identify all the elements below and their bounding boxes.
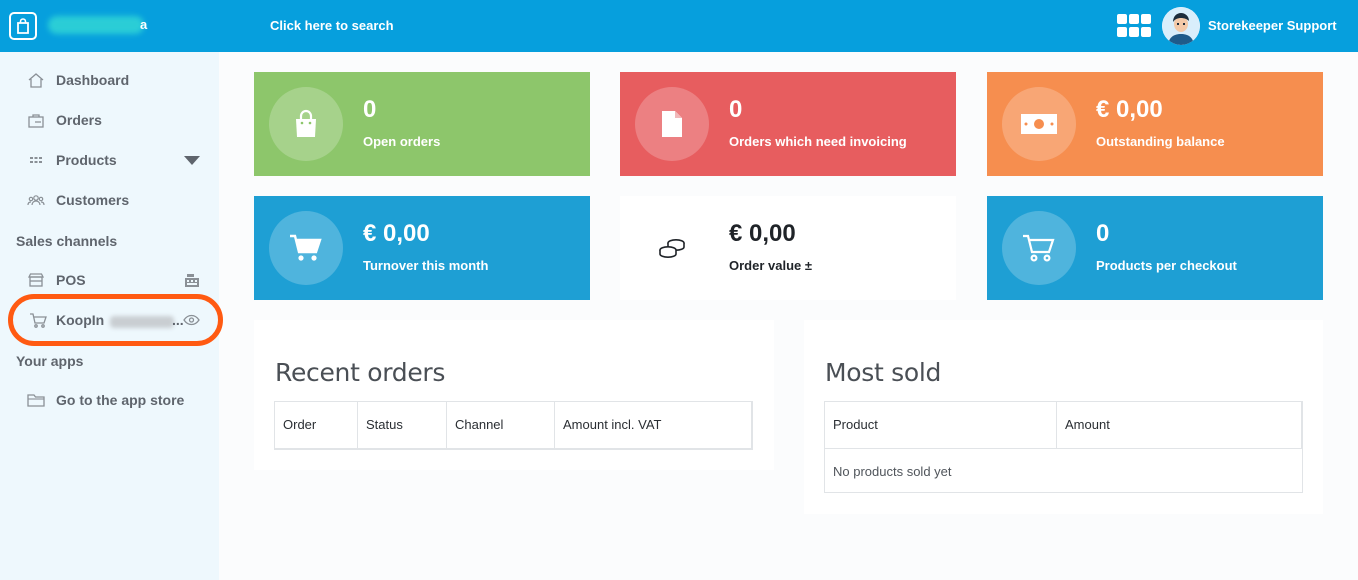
avatar[interactable] <box>1162 7 1200 45</box>
store-logo-icon[interactable] <box>9 12 37 40</box>
stat-caption: Turnover this month <box>363 258 489 273</box>
orders-icon <box>28 114 44 128</box>
stat-card-turnover[interactable]: € 0,00 Turnover this month <box>254 196 590 300</box>
document-icon <box>635 87 709 161</box>
coins-icon <box>635 211 709 285</box>
sidebar-item-label: Go to the app store <box>56 392 185 408</box>
search-trigger[interactable]: Click here to search <box>270 18 394 33</box>
sidebar-item-pos[interactable]: POS <box>0 266 219 294</box>
chevron-down-icon[interactable] <box>184 156 200 165</box>
stat-caption: Open orders <box>363 134 441 149</box>
redacted-store-name <box>48 16 144 34</box>
section-title-your-apps: Your apps <box>16 353 84 369</box>
column-header[interactable]: Product <box>825 402 1057 448</box>
stat-card-order-value[interactable]: € 0,00 Order value ± <box>620 196 956 300</box>
stat-value: € 0,00 <box>1096 96 1163 123</box>
user-name[interactable]: Storekeeper Support <box>1208 18 1337 33</box>
shopping-bag-icon <box>269 87 343 161</box>
highlight-annotation <box>8 294 223 346</box>
column-header[interactable]: Amount incl. VAT <box>555 402 752 448</box>
sidebar-item-label: Products <box>56 152 117 168</box>
stat-caption: Outstanding balance <box>1096 134 1225 149</box>
sidebar-item-orders[interactable]: Orders <box>0 106 219 134</box>
stat-caption: Products per checkout <box>1096 258 1237 273</box>
stat-card-open-orders[interactable]: 0 Open orders <box>254 72 590 176</box>
recent-orders-panel: Recent orders Order Status Channel Amoun… <box>254 320 774 470</box>
customers-icon <box>27 195 45 206</box>
stat-card-products-per-checkout[interactable]: 0 Products per checkout <box>987 196 1323 300</box>
column-header[interactable]: Channel <box>447 402 555 448</box>
apps-grid-icon[interactable] <box>1117 14 1152 40</box>
shopping-cart-icon <box>269 211 343 285</box>
recent-orders-table: Order Status Channel Amount incl. VAT <box>274 401 753 450</box>
stat-caption: Order value ± <box>729 258 813 273</box>
section-title-sales-channels: Sales channels <box>16 233 118 249</box>
banknote-icon <box>1002 87 1076 161</box>
column-header[interactable]: Order <box>275 402 358 448</box>
empty-state-text: No products sold yet <box>833 464 952 479</box>
sidebar-item-dashboard[interactable]: Dashboard <box>0 66 219 94</box>
stat-caption: Orders which need invoicing <box>729 134 907 149</box>
store-name[interactable]: a <box>140 17 147 32</box>
sidebar-item-label: Customers <box>56 192 130 208</box>
stat-card-outstanding-balance[interactable]: € 0,00 Outstanding balance <box>987 72 1323 176</box>
store-icon <box>27 273 45 287</box>
stat-value: € 0,00 <box>363 220 430 247</box>
sidebar-item-products[interactable]: Products <box>0 146 219 174</box>
stat-value: € 0,00 <box>729 220 796 247</box>
panel-title: Recent orders <box>275 358 446 387</box>
stat-value: 0 <box>1096 220 1110 247</box>
sidebar-item-customers[interactable]: Customers <box>0 186 219 214</box>
table-divider <box>825 448 1302 449</box>
home-icon <box>28 73 44 88</box>
sidebar-item-label: Orders <box>56 112 102 128</box>
stat-value: 0 <box>729 96 743 123</box>
table-divider <box>275 448 752 450</box>
column-header[interactable]: Status <box>358 402 447 448</box>
most-sold-panel: Most sold Product Amount No products sol… <box>804 320 1323 514</box>
sidebar-item-label: Dashboard <box>56 72 130 88</box>
stat-card-invoicing[interactable]: 0 Orders which need invoicing <box>620 72 956 176</box>
products-icon <box>30 157 42 163</box>
stat-value: 0 <box>363 96 377 123</box>
column-header[interactable]: Amount <box>1057 402 1302 448</box>
sidebar-item-label: POS <box>56 272 86 288</box>
panel-title: Most sold <box>825 358 942 387</box>
top-bar: a Click here to search Storekeeper Suppo… <box>0 0 1358 52</box>
folder-icon <box>27 394 45 407</box>
cash-register-icon[interactable] <box>184 273 200 288</box>
most-sold-table: Product Amount No products sold yet <box>824 401 1303 493</box>
sidebar-item-app-store[interactable]: Go to the app store <box>0 386 219 414</box>
cart-outline-icon <box>1002 211 1076 285</box>
